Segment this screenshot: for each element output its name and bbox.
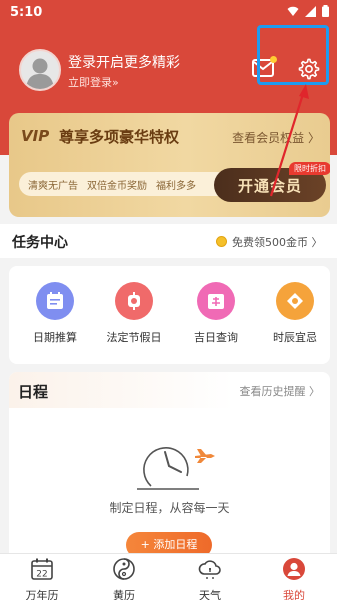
- yinyang-icon: [113, 558, 135, 580]
- hour-icon: [276, 282, 314, 320]
- tab-weather[interactable]: 天气: [180, 557, 240, 600]
- tool-label: 吉日查询: [194, 331, 238, 344]
- default-avatar-icon: [26, 58, 54, 89]
- tool-date-calc[interactable]: 日期推算: [20, 282, 90, 345]
- vip-benefit: 福利多多: [156, 180, 196, 192]
- schedule-header: 日程 查看历史提醒 〉: [9, 372, 330, 408]
- task-center[interactable]: 任务中心 免费领500金币 〉: [0, 224, 337, 258]
- tab-label: 万年历: [25, 589, 59, 600]
- tool-holidays[interactable]: 法定节假日: [99, 282, 169, 345]
- clock-plane-icon: [137, 447, 215, 490]
- discount-badge: 限时折扣: [289, 162, 330, 175]
- tab-mine[interactable]: 我的: [264, 557, 324, 600]
- highlight-frame: [257, 25, 329, 85]
- tool-hours[interactable]: 时辰宜忌: [260, 282, 330, 345]
- history-reminders-link[interactable]: 查看历史提醒 〉: [240, 383, 321, 399]
- calendar-22-icon: 22: [31, 558, 53, 580]
- coin-icon: [216, 236, 227, 247]
- weather-icon: [198, 560, 221, 579]
- lantern-icon: [115, 282, 153, 320]
- tab-label: 黄历: [113, 589, 135, 600]
- vip-title: 尊享多项豪华特权: [59, 128, 180, 146]
- tool-label: 日期推算: [33, 331, 77, 344]
- login-title[interactable]: 登录开启更多精彩: [68, 52, 180, 72]
- calendar-calc-icon: [36, 282, 74, 320]
- tab-calendar[interactable]: 22 万年历: [12, 557, 72, 600]
- status-time: 5:10: [10, 5, 43, 20]
- signal-icon: [305, 5, 316, 17]
- tab-label: 天气: [199, 589, 221, 600]
- profile-icon: [283, 558, 305, 580]
- task-center-title: 任务中心: [12, 235, 68, 251]
- schedule-card: 日程 查看历史提醒 〉 制定日程，从容每一天 + 添加日程: [9, 372, 330, 562]
- tab-almanac[interactable]: 黄历: [94, 557, 154, 600]
- calendar-day-number: 22: [36, 570, 47, 580]
- bottom-tab-bar: 22 万年历 黄历 天气 我的: [0, 553, 337, 600]
- status-bar: 5:10: [0, 0, 337, 26]
- wifi-icon: [287, 6, 299, 16]
- lucky-day-icon: [197, 282, 235, 320]
- tools-grid: 日期推算 法定节假日 吉日查询 时辰宜忌: [9, 266, 330, 364]
- schedule-title: 日程: [18, 383, 49, 401]
- tool-label: 法定节假日: [106, 331, 162, 344]
- vip-benefits-list: 清爽无广告 双倍金币奖励 福利多多: [19, 172, 229, 196]
- tool-lucky-day[interactable]: 吉日查询: [181, 282, 251, 345]
- vip-benefit: 清爽无广告: [28, 180, 78, 192]
- vip-logo: VIP: [21, 127, 50, 145]
- tab-label: 我的: [283, 589, 305, 600]
- vip-card[interactable]: VIP 尊享多项豪华特权 查看会员权益 〉 清爽无广告 双倍金币奖励 福利多多 …: [9, 113, 330, 217]
- vip-benefits-link[interactable]: 查看会员权益 〉: [232, 129, 320, 146]
- schedule-empty-text: 制定日程，从容每一天: [109, 501, 230, 515]
- tool-label: 时辰宜忌: [273, 331, 317, 344]
- login-link[interactable]: 立即登录»: [68, 74, 119, 90]
- vip-benefit: 双倍金币奖励: [87, 180, 147, 192]
- free-coins-link[interactable]: 免费领500金币 〉: [232, 234, 323, 250]
- avatar[interactable]: [19, 49, 61, 91]
- battery-icon: [322, 5, 329, 17]
